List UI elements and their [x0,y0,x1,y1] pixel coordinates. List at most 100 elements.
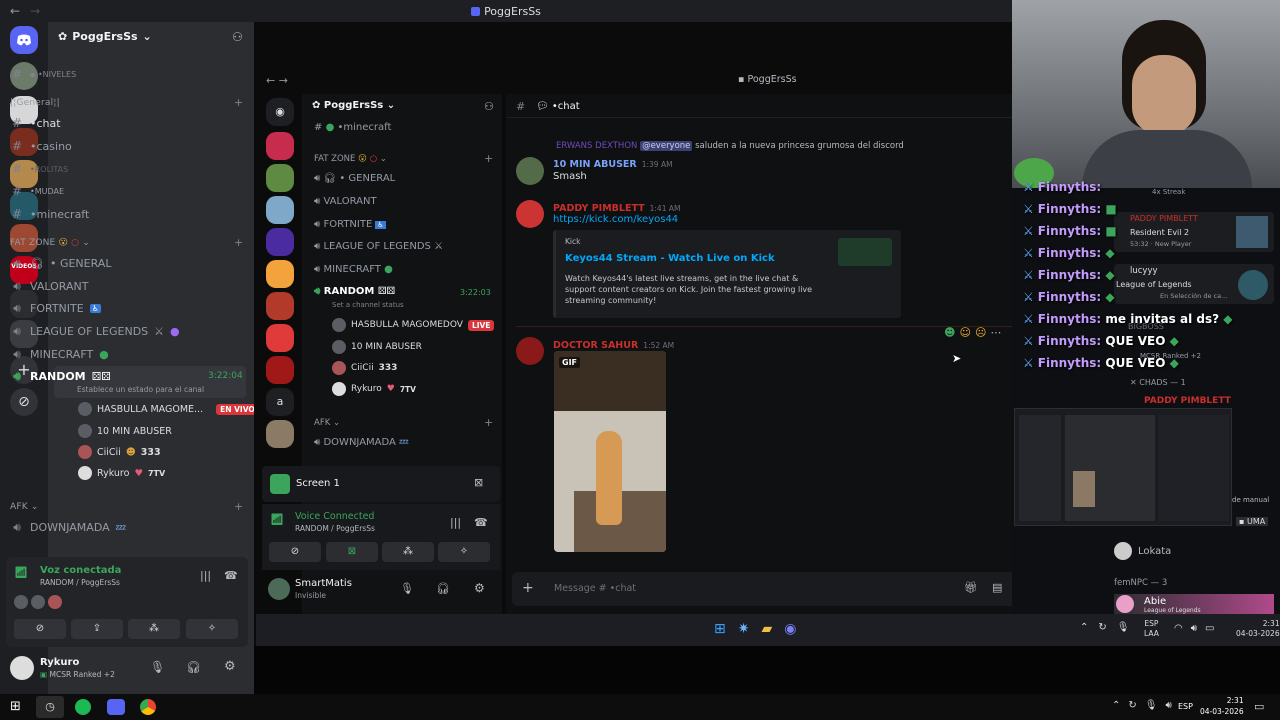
message-link[interactable]: https://kick.com/keyos44 [553,214,678,225]
add-channel-icon[interactable]: + [234,236,243,249]
battery-icon[interactable]: ▭ [1205,623,1214,634]
share-screen-button[interactable]: ⊠ [326,542,378,562]
channel-mudae[interactable]: # •MUDAE [10,184,64,198]
channel-casino[interactable]: # •casino [10,139,72,153]
gif-icon[interactable]: ▤ [992,581,1002,594]
spotify-icon[interactable] [75,699,91,715]
avatar[interactable] [268,578,290,600]
inner-voice-general[interactable]: 🔊︎ 🎧︎ • GENERAL [314,173,395,184]
server-icon[interactable] [266,196,294,224]
inner-voice-afk[interactable]: 🔊︎ DOWNJAMADA 💤︎ [314,437,408,448]
username[interactable]: Rykuro [40,657,79,668]
discord-taskbar-icon[interactable]: ◉ [784,621,796,637]
server-icon[interactable] [266,132,294,160]
app-icon[interactable]: ✷ [738,621,750,637]
inner-voice-user[interactable]: CiiCii 333 [332,361,397,375]
headphones-icon[interactable]: 🎧︎ [436,582,450,595]
settings-gear-icon[interactable]: ⚙ [224,659,236,674]
inner-voice-channel[interactable]: RANDOM / PoggErsSs [295,524,375,533]
settings-gear-icon[interactable]: ⚙ [474,581,485,595]
screen-share-label[interactable]: Screen 1 [296,478,340,489]
member-abie[interactable]: Abie League of Legends [1114,594,1274,614]
voice-user[interactable]: HASBULLA MAGOME... EN VIVO [78,402,259,416]
mic-tray-icon[interactable]: 🎙︎ [1145,700,1158,711]
inner-username[interactable]: SmartMatis [295,578,352,589]
server-icon[interactable] [266,324,294,352]
channel-chat[interactable]: # •chat [10,116,61,130]
add-channel-icon[interactable]: + [234,96,243,109]
channel-rolitas[interactable]: # •ROLITAS [10,162,68,176]
soundboard-button[interactable]: ✧ [438,542,490,562]
server-icon[interactable] [266,228,294,256]
activity-card[interactable]: lucyyy League of Legends En Selección de… [1114,264,1274,304]
voice-channel-link[interactable]: RANDOM / PoggErsSs [40,578,120,587]
inner-category-afk[interactable]: AFK ⌄ [314,418,340,428]
voice-status[interactable]: Voz conectada [40,565,121,576]
add-attachment-icon[interactable]: + [522,580,534,596]
soundboard-button[interactable]: ✧ [186,619,238,639]
inner-voice-user[interactable]: Rykuro ♥ 7TV [332,382,416,396]
volume-icon[interactable]: 🔊︎ [1191,623,1197,634]
volume-icon[interactable]: 🔊︎ [1165,700,1171,711]
clock-app-icon[interactable]: ◷ [36,696,64,718]
activities-button[interactable]: ⁂ [382,542,434,562]
noise-suppression-icon[interactable]: ||| [450,516,461,529]
message-input[interactable]: Message # •chat [554,583,636,594]
camera-off-button[interactable]: ⊘ [14,619,66,639]
server-header[interactable]: ✿ PoggErsSs ⌄ [58,30,152,43]
chrome-icon[interactable] [140,699,156,715]
inner-voice-user[interactable]: 10 MIN ABUSER [332,340,422,354]
activities-button[interactable]: ⁂ [128,619,180,639]
server-icon[interactable]: a [266,388,294,416]
inner-server-header[interactable]: ✿ PoggErsSs ⌄ [312,100,395,111]
add-channel-icon[interactable]: + [484,416,493,429]
input-language[interactable]: ESP [1178,702,1193,711]
server-icon[interactable] [266,356,294,384]
discord-icon[interactable] [107,699,125,715]
inner-voice-user[interactable]: HASBULLA MAGOMEDOV LIVE [332,318,495,332]
inner-voice-lol[interactable]: 🔊︎ LEAGUE OF LEGENDS ⚔︎ [314,241,443,252]
voice-channel-general[interactable]: 🔊︎ 🎧︎ • GENERAL [10,256,111,271]
noise-suppression-icon[interactable]: ||| [200,569,211,582]
voice-channel-lol[interactable]: 🔊︎ LEAGUE OF LEGENDS ⚔︎ ● [10,324,179,339]
add-friend-icon[interactable]: ⚇ [484,100,494,113]
server-icon[interactable] [266,164,294,192]
inner-voice-status[interactable]: Voice Connected [295,511,374,522]
discover-icon[interactable]: ⊘ [10,388,38,416]
notification-icon[interactable]: ▭ [1254,700,1264,713]
voice-channel-fortnite[interactable]: 🔊︎ FORTNITE ♿︎ [10,301,101,316]
clock[interactable]: 2:31 04-03-2026 [1200,695,1244,717]
server-icon[interactable] [266,420,294,448]
voice-channel-valorant[interactable]: 🔊︎ VALORANT [10,279,88,294]
server-icon[interactable] [266,260,294,288]
headphones-icon[interactable]: 🎧︎ [186,660,201,674]
inner-voice-random[interactable]: 🔊︎ RANDOM ⚄⚄ [314,286,395,297]
inner-voice-minecraft[interactable]: 🔊︎ MINECRAFT ● [314,264,393,275]
channel-niveles[interactable]: # ▪ •NIVELES [10,67,76,81]
gift-icon[interactable]: 🎁︎ [964,581,978,594]
tray-app-icon[interactable]: ↻ [1098,622,1106,633]
microphone-icon[interactable]: 🎙︎ [150,660,165,674]
clock[interactable]: 2:31 04-03-2026 [1236,619,1280,639]
voice-user[interactable]: 10 MIN ABUSER [78,424,172,438]
channel-minecraft[interactable]: # •minecraft [10,207,89,221]
channel-status[interactable]: Establece un estado para el canal [77,385,204,394]
add-friend-icon[interactable]: ⚇ [232,30,243,44]
voice-channel-afk[interactable]: 🔊︎ DOWNJAMADA 💤︎ [10,520,126,535]
windows-start-icon[interactable]: ⊞ [10,699,21,714]
discord-home-icon[interactable] [10,26,38,54]
mini-screen-preview[interactable] [1014,408,1232,526]
gif-attachment[interactable]: GIF [554,351,666,552]
back-arrow-icon[interactable]: ← → [266,74,288,87]
activity-card[interactable]: PADDY PIMBLETT Resident Evil 2 53:32 · N… [1114,212,1274,252]
embed-thumbnail[interactable] [838,238,892,266]
voice-user[interactable]: Rykuro ♥ 7TV [78,466,165,480]
folder-icon[interactable]: ▰ [761,621,772,637]
tray-chevron-icon[interactable]: ⌃ [1080,622,1088,633]
microphone-icon[interactable]: 🎙︎ [400,582,414,595]
share-screen-button[interactable]: ⇪ [71,619,123,639]
stop-share-icon[interactable]: ⊠ [474,476,483,489]
avatar[interactable] [516,337,544,365]
inner-channel-minecraft[interactable]: # ● •minecraft [314,122,391,133]
inner-voice-fortnite[interactable]: 🔊︎ FORTNITE ♿︎ [314,219,386,230]
